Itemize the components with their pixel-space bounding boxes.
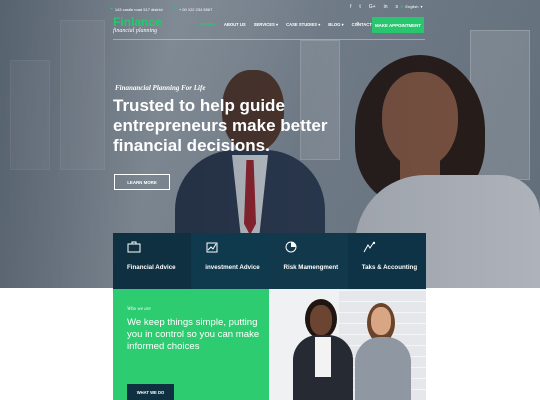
linkedin-icon[interactable]: in — [384, 4, 388, 10]
nav-label: CONTACT — [351, 22, 372, 27]
location-icon: ⌖ — [110, 6, 113, 12]
services-strip: Financial Advice investment Advice Risk … — [113, 233, 426, 289]
woman1-shirt — [315, 337, 331, 377]
address-item: ⌖ 143 castle road 517 district — [110, 6, 163, 12]
logo-tagline: financial planning — [113, 28, 158, 34]
address-text: 143 castle road 517 district — [114, 6, 163, 12]
what-we-do-button[interactable]: WHAT WE DO — [127, 384, 174, 400]
who-text: We keep things simple, putting you in co… — [127, 317, 260, 352]
nav-label: BLOG — [328, 22, 341, 27]
briefcase-icon — [127, 241, 141, 253]
woman2-head — [371, 307, 391, 335]
main-nav: HOME ▾ ABOUT US SERVICES ▾ CASE STUDIES … — [200, 22, 372, 27]
service-risk-management[interactable]: Risk Mamengment — [269, 233, 348, 289]
team-photo — [269, 289, 426, 400]
chevron-down-icon: ▾ — [420, 4, 423, 9]
google-plus-icon[interactable]: G+ — [369, 4, 376, 10]
who-we-are-section: Who we are We keep things simple, puttin… — [113, 289, 269, 400]
skype-icon[interactable]: s — [396, 4, 399, 10]
language-selector[interactable]: ⊕ English ▾ — [400, 4, 423, 9]
service-label: Taks & Accounting — [361, 264, 418, 271]
nav-label: ABOUT US — [223, 22, 246, 27]
header-divider — [113, 39, 425, 40]
nav-item-contact[interactable]: CONTACT — [352, 22, 372, 27]
woman1-head — [310, 305, 332, 335]
investment-icon — [206, 242, 218, 253]
nav-item-home[interactable]: HOME ▾ — [200, 22, 216, 27]
make-appointment-button[interactable]: MAKE APPOINTMENT — [372, 17, 424, 33]
pie-chart-icon — [285, 241, 296, 253]
nav-label: CASE STUDIES — [286, 22, 318, 27]
facebook-icon[interactable]: f — [350, 4, 351, 10]
phone-item[interactable]: ✆ + 00 122 234 5567 — [173, 6, 213, 12]
nav-item-case-studies[interactable]: CASE STUDIES ▾ — [286, 22, 320, 27]
hero-kicker: Finanancial Planning For Life — [115, 84, 206, 92]
language-label: English — [405, 4, 419, 9]
logo-name: Finlance — [113, 15, 162, 29]
service-financial-advice[interactable]: Financial Advice — [113, 233, 192, 289]
nav-item-services[interactable]: SERVICES ▾ — [254, 22, 278, 27]
calculator-icon — [363, 241, 375, 253]
nav-item-blog[interactable]: BLOG ▾ — [328, 22, 343, 27]
nav-label: HOME — [200, 22, 213, 27]
logo[interactable]: Finlance financial planning — [113, 16, 162, 34]
hero-title: Trusted to help guide entrepreneurs make… — [113, 96, 328, 155]
globe-icon: ⊕ — [400, 4, 404, 9]
search-icon[interactable]: ⌕ — [356, 21, 359, 28]
learn-more-button[interactable]: LEARN MORE — [114, 174, 170, 190]
social-links: f t G+ in s — [350, 4, 398, 10]
twitter-icon[interactable]: t — [359, 4, 360, 10]
nav-label: SERVICES — [253, 22, 275, 27]
phone-text: + 00 122 234 5567 — [178, 6, 213, 12]
who-kicker: Who we are — [127, 307, 151, 312]
woman2-figure — [355, 337, 411, 400]
service-tax-accounting[interactable]: Taks & Accounting — [347, 233, 426, 289]
service-investment-advice[interactable]: investment Advice — [191, 233, 270, 289]
nav-item-about[interactable]: ABOUT US — [224, 22, 246, 27]
service-label: Risk Mamengment — [283, 264, 339, 271]
service-label: Financial Advice — [127, 264, 176, 271]
phone-icon: ✆ — [172, 6, 177, 12]
service-label: investment Advice — [205, 264, 260, 271]
